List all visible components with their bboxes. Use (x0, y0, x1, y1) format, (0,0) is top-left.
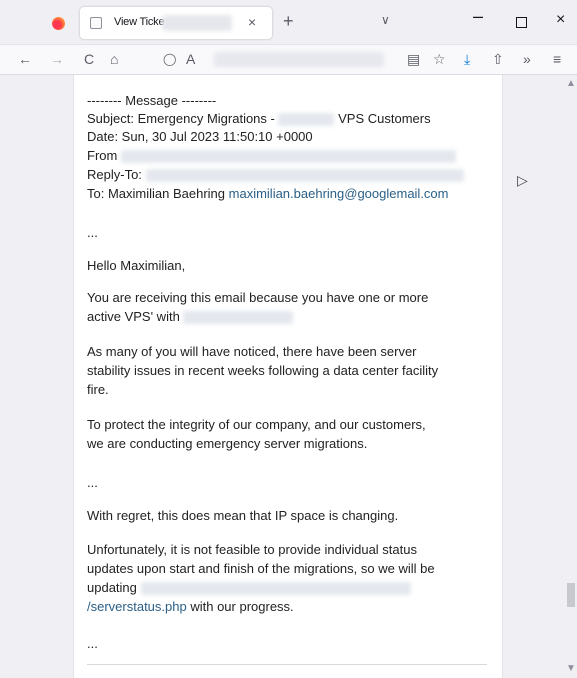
p1-text: active VPS' with (87, 309, 180, 324)
to-email-link[interactable]: maximilian.baehring@googlemail.com (229, 186, 449, 201)
subject-prefix: Subject: Emergency Migrations - (87, 111, 275, 126)
paragraph-5-line-4: /serverstatus.php with our progress. (87, 599, 294, 615)
app-menu-button[interactable]: ≡ (553, 51, 561, 67)
paragraph-2-line-1: As many of you will have noticed, there … (87, 344, 417, 359)
email-subject: Subject: Emergency Migrations - VPS Cust… (87, 111, 431, 127)
home-button[interactable]: ⌂ (110, 51, 118, 67)
paragraph-5-line-1: Unfortunately, it is not feasible to pro… (87, 542, 417, 557)
page-favicon-icon (90, 17, 102, 29)
overflow-menu-button[interactable]: » (523, 51, 531, 67)
downloads-icon[interactable]: ⤓ (464, 51, 470, 67)
back-button[interactable]: ← (18, 51, 32, 67)
paragraph-5-line-2: updates upon start and finish of the mig… (87, 561, 435, 576)
redacted-from-address (120, 150, 456, 164)
bottom-divider (87, 664, 487, 665)
paragraph-1-line-2: active VPS' with (87, 309, 294, 325)
tab-close-icon[interactable]: × (248, 14, 256, 30)
redacted-reply-to-address (145, 169, 464, 183)
tab-strip: View Ticke × + ∨ – × (0, 0, 577, 45)
redacted-company (278, 113, 335, 127)
minimize-button[interactable]: – (473, 6, 483, 27)
share-icon[interactable]: ⇧ (492, 51, 504, 67)
redacted-provider (183, 311, 294, 325)
paragraph-3-line-1: To protect the integrity of our company,… (87, 417, 426, 432)
window-close-button[interactable]: × (556, 11, 565, 29)
lock-icon[interactable]: A (186, 51, 195, 67)
p5-after: with our progress. (190, 599, 294, 614)
tab-view-ticket[interactable]: View Ticke × (80, 7, 272, 39)
url-field[interactable] (214, 52, 384, 67)
paragraph-2-line-3: fire. (87, 382, 109, 397)
email-from: From (87, 148, 456, 164)
paragraph-4: With regret, this does mean that IP spac… (87, 508, 399, 523)
paragraph-2-line-2: stability issues in recent weeks followi… (87, 363, 439, 378)
ellipsis: ... (87, 225, 98, 240)
from-label: From (87, 148, 118, 163)
reload-button[interactable]: C (84, 51, 94, 67)
ellipsis: ... (87, 636, 98, 651)
p5-updating: updating (87, 580, 137, 595)
list-all-tabs-button[interactable]: ∨ (381, 13, 390, 27)
paragraph-5-line-3: updating (87, 580, 411, 596)
email-date: Date: Sun, 30 Jul 2023 11:50:10 +0000 (87, 129, 313, 144)
email-reply-to: Reply-To: (87, 167, 464, 183)
navigation-toolbar: ← → C ⌂ ◯ A ▤ ☆ ⤓ ⇧ » ≡ (0, 45, 577, 75)
scrollbar-thumb[interactable] (567, 583, 575, 607)
tracking-protection-icon[interactable]: ◯ (163, 51, 176, 67)
message-header-marker: -------- Message -------- (87, 93, 217, 108)
forward-button[interactable]: → (50, 51, 64, 67)
mouse-cursor-icon: ▷ (517, 172, 528, 188)
tab-title: View Ticke (114, 16, 165, 28)
maximize-button[interactable] (516, 17, 527, 28)
scroll-up-arrow-icon[interactable]: ▲ (566, 78, 576, 89)
bookmark-star-icon[interactable]: ☆ (433, 51, 446, 67)
reply-to-label: Reply-To: (87, 167, 142, 182)
ellipsis: ... (87, 475, 98, 490)
email-to: To: Maximilian Baehring maximilian.baehr… (87, 186, 449, 202)
redacted-status-url (140, 582, 411, 596)
paragraph-1-line-1: You are receiving this email because you… (87, 290, 429, 305)
serverstatus-link[interactable]: /serverstatus.php (87, 599, 187, 614)
to-label: To: Maximilian Baehring (87, 186, 226, 201)
scroll-down-arrow-icon[interactable]: ▼ (566, 663, 576, 674)
reader-view-icon[interactable]: ▤ (407, 51, 420, 67)
greeting: Hello Maximilian, (87, 258, 186, 273)
new-tab-button[interactable]: + (283, 11, 294, 32)
firefox-logo-icon (52, 17, 65, 30)
paragraph-3-line-2: we are conducting emergency server migra… (87, 436, 368, 451)
subject-suffix: VPS Customers (338, 111, 431, 126)
redacted-tab-text (162, 15, 232, 31)
